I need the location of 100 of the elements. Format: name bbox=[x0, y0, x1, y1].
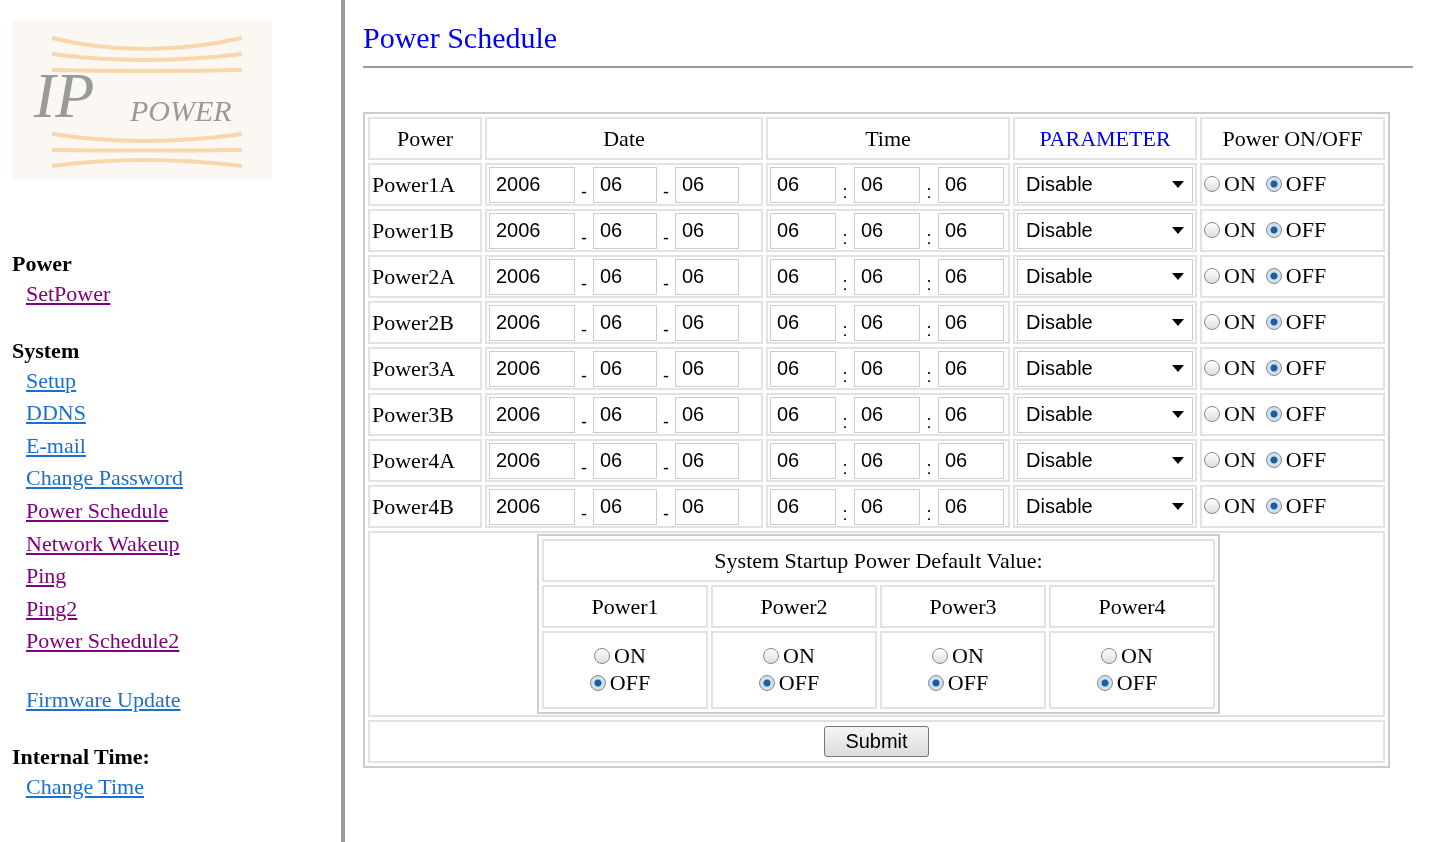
radio-option[interactable]: ON bbox=[594, 643, 646, 669]
time-field[interactable]: 06 bbox=[938, 488, 1004, 525]
parameter-dropdown[interactable]: Disable bbox=[1017, 304, 1193, 341]
radio-option[interactable]: OFF bbox=[1265, 401, 1327, 427]
time-field[interactable]: 06 bbox=[938, 396, 1004, 433]
parameter-dropdown[interactable]: Disable bbox=[1017, 488, 1193, 525]
date-field[interactable]: 06 bbox=[675, 166, 739, 203]
parameter-dropdown[interactable]: Disable bbox=[1017, 258, 1193, 295]
sidebar-link[interactable]: DDNS bbox=[26, 397, 86, 430]
time-field[interactable]: 06 bbox=[770, 488, 836, 525]
radio-button[interactable] bbox=[1265, 360, 1282, 376]
time-field[interactable]: 06 bbox=[938, 258, 1004, 295]
date-field[interactable]: 2006 bbox=[489, 488, 575, 525]
radio-option[interactable]: OFF bbox=[1265, 263, 1327, 289]
radio-button[interactable] bbox=[594, 648, 611, 664]
time-field[interactable]: 06 bbox=[938, 166, 1004, 203]
date-field[interactable]: 06 bbox=[675, 350, 739, 387]
sidebar-link[interactable]: Ping2 bbox=[26, 592, 78, 626]
radio-button[interactable] bbox=[1265, 222, 1282, 238]
date-field[interactable]: 2006 bbox=[489, 442, 575, 479]
time-field[interactable]: 06 bbox=[770, 212, 836, 249]
radio-button[interactable] bbox=[1265, 452, 1282, 468]
radio-option[interactable]: OFF bbox=[1265, 355, 1327, 381]
date-field[interactable]: 06 bbox=[593, 166, 657, 203]
radio-button[interactable] bbox=[932, 648, 949, 664]
radio-option[interactable]: ON bbox=[1101, 643, 1153, 669]
radio-option[interactable]: OFF bbox=[1265, 171, 1327, 197]
radio-option[interactable]: OFF bbox=[1265, 217, 1327, 243]
radio-option[interactable]: OFF bbox=[1265, 447, 1327, 473]
radio-option[interactable]: ON bbox=[1204, 217, 1256, 243]
radio-button[interactable] bbox=[1204, 406, 1220, 422]
time-field[interactable]: 06 bbox=[854, 166, 920, 203]
date-field[interactable]: 06 bbox=[593, 212, 657, 249]
date-field[interactable]: 06 bbox=[593, 488, 657, 525]
radio-option[interactable]: ON bbox=[1204, 355, 1256, 381]
parameter-dropdown[interactable]: Disable bbox=[1017, 350, 1193, 387]
radio-option[interactable]: OFF bbox=[1096, 670, 1158, 696]
date-field[interactable]: 06 bbox=[675, 258, 739, 295]
radio-button[interactable] bbox=[1204, 268, 1220, 284]
radio-button[interactable] bbox=[1204, 452, 1220, 468]
time-field[interactable]: 06 bbox=[854, 442, 920, 479]
parameter-dropdown[interactable]: Disable bbox=[1017, 442, 1193, 479]
time-field[interactable]: 06 bbox=[854, 304, 920, 341]
time-field[interactable]: 06 bbox=[770, 396, 836, 433]
radio-button[interactable] bbox=[1204, 360, 1220, 376]
radio-button[interactable] bbox=[1265, 314, 1282, 330]
radio-option[interactable]: OFF bbox=[589, 670, 651, 696]
radio-button[interactable] bbox=[1265, 176, 1282, 192]
date-field[interactable]: 2006 bbox=[489, 258, 575, 295]
date-field[interactable]: 06 bbox=[593, 304, 657, 341]
time-field[interactable]: 06 bbox=[938, 442, 1004, 479]
radio-option[interactable]: OFF bbox=[1265, 309, 1327, 335]
sidebar-link[interactable]: Setup bbox=[26, 364, 77, 398]
time-field[interactable]: 06 bbox=[938, 304, 1004, 341]
radio-button[interactable] bbox=[1265, 498, 1282, 514]
radio-button[interactable] bbox=[589, 675, 606, 691]
radio-option[interactable]: OFF bbox=[758, 670, 820, 696]
time-field[interactable]: 06 bbox=[770, 350, 836, 387]
sidebar-link[interactable]: Power Schedule2 bbox=[26, 625, 180, 658]
radio-option[interactable]: ON bbox=[763, 643, 815, 669]
date-field[interactable]: 06 bbox=[675, 304, 739, 341]
date-field[interactable]: 06 bbox=[675, 212, 739, 249]
date-field[interactable]: 06 bbox=[593, 350, 657, 387]
radio-button[interactable] bbox=[1101, 648, 1118, 664]
radio-button[interactable] bbox=[758, 675, 775, 691]
time-field[interactable]: 06 bbox=[938, 212, 1004, 249]
radio-option[interactable]: OFF bbox=[1265, 493, 1327, 519]
date-field[interactable]: 2006 bbox=[489, 166, 575, 203]
date-field[interactable]: 2006 bbox=[489, 350, 575, 387]
time-field[interactable]: 06 bbox=[854, 396, 920, 433]
radio-option[interactable]: ON bbox=[1204, 493, 1256, 519]
radio-button[interactable] bbox=[1265, 268, 1282, 284]
date-field[interactable]: 2006 bbox=[489, 212, 575, 249]
parameter-dropdown[interactable]: Disable bbox=[1017, 396, 1193, 433]
sidebar-link[interactable]: Change Time bbox=[26, 770, 144, 804]
time-field[interactable]: 06 bbox=[854, 212, 920, 249]
date-field[interactable]: 06 bbox=[593, 258, 657, 295]
sidebar-link[interactable]: Ping bbox=[26, 560, 67, 593]
time-field[interactable]: 06 bbox=[770, 166, 836, 203]
date-field[interactable]: 06 bbox=[593, 396, 657, 433]
radio-option[interactable]: ON bbox=[1204, 447, 1256, 473]
radio-button[interactable] bbox=[1096, 675, 1113, 691]
sidebar-link[interactable]: SetPower bbox=[26, 278, 111, 311]
date-field[interactable]: 06 bbox=[675, 396, 739, 433]
radio-option[interactable]: OFF bbox=[927, 670, 989, 696]
date-field[interactable]: 2006 bbox=[489, 304, 575, 341]
sidebar-link[interactable]: Change Password bbox=[26, 462, 184, 495]
time-field[interactable]: 06 bbox=[938, 350, 1004, 387]
parameter-dropdown[interactable]: Disable bbox=[1017, 166, 1193, 203]
time-field[interactable]: 06 bbox=[854, 488, 920, 525]
radio-button[interactable] bbox=[927, 675, 944, 691]
sidebar-link[interactable]: Firmware Update bbox=[26, 683, 181, 717]
sidebar-link[interactable]: Network Wakeup bbox=[26, 527, 180, 561]
submit-button[interactable]: Submit bbox=[824, 726, 929, 757]
radio-button[interactable] bbox=[1204, 498, 1220, 514]
parameter-dropdown[interactable]: Disable bbox=[1017, 212, 1193, 249]
date-field[interactable]: 2006 bbox=[489, 396, 575, 433]
radio-option[interactable]: ON bbox=[1204, 309, 1256, 335]
radio-button[interactable] bbox=[763, 648, 780, 664]
time-field[interactable]: 06 bbox=[854, 258, 920, 295]
